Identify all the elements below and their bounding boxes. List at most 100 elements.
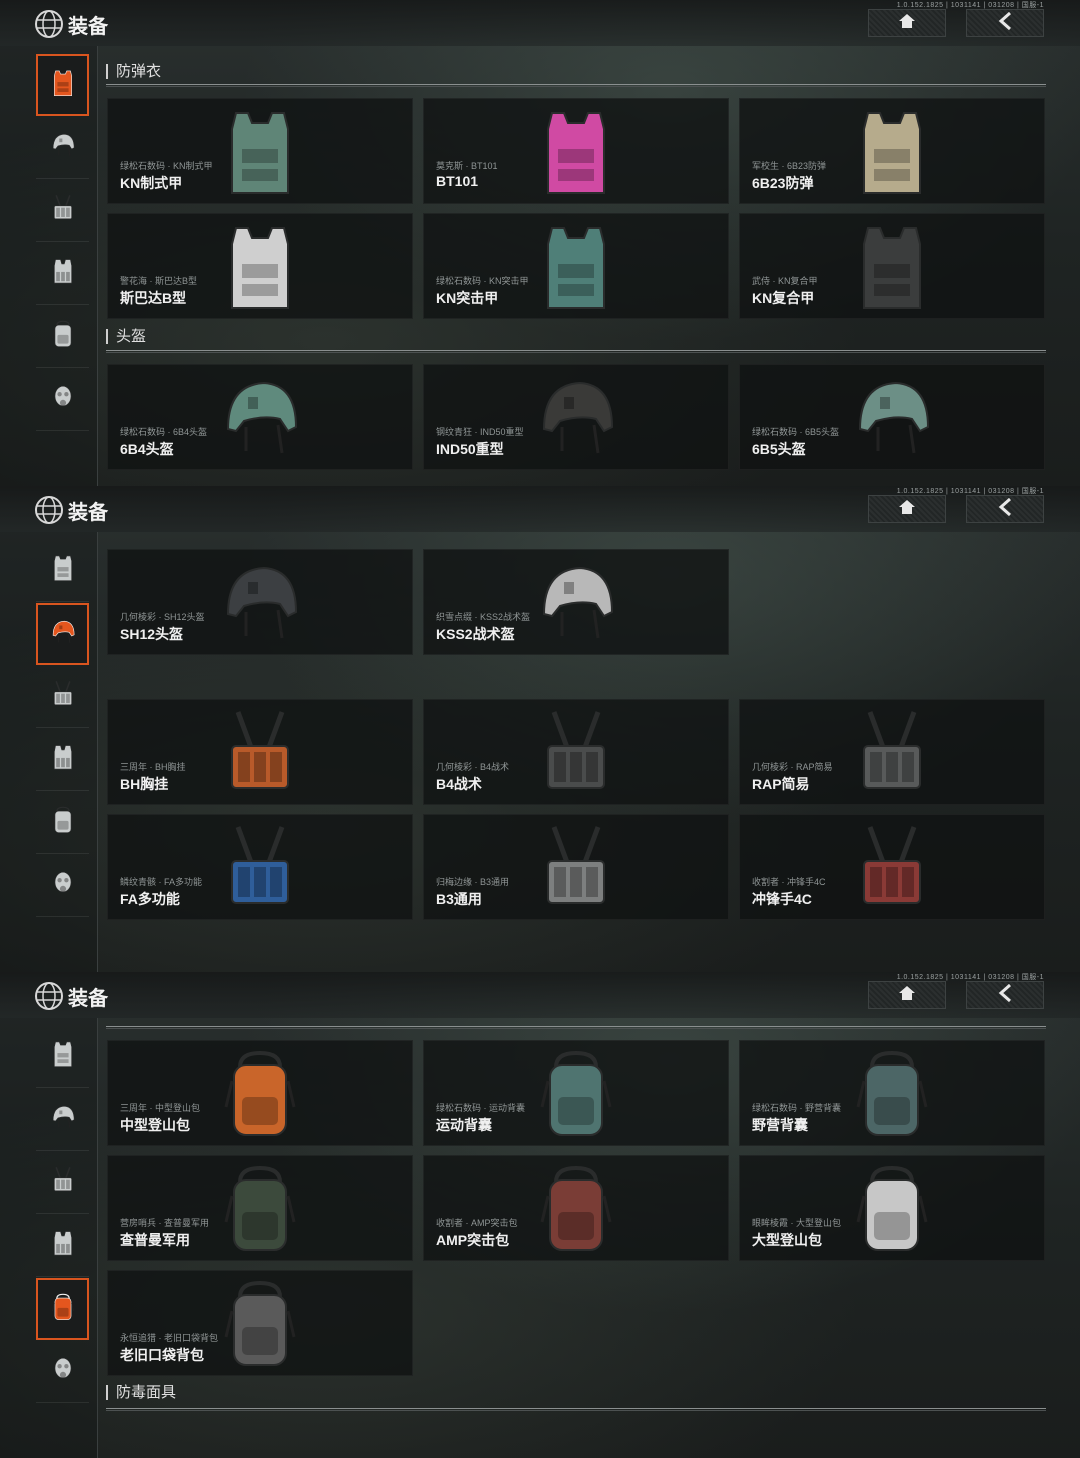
item-name: KSS2战术盔 <box>436 626 515 642</box>
equipment-card[interactable]: 三周年 · BH胸挂 BH胸挂 <box>107 699 413 805</box>
home-button[interactable] <box>868 981 946 1009</box>
home-icon <box>898 985 916 1006</box>
backpack-icon <box>50 1292 76 1327</box>
category-sidebar <box>0 1018 98 1458</box>
equipment-card[interactable]: 眼眸棱霞 · 大型登山包 大型登山包 <box>739 1155 1045 1261</box>
skin-label: 绿松石数码 · 运动背囊 <box>436 1103 525 1113</box>
equipment-card[interactable]: 警花海 · 斯巴达B型斯巴达B型 <box>107 213 413 319</box>
sidebar-helmet-tab[interactable] <box>36 603 89 665</box>
section-title: 防弹衣 <box>106 64 161 79</box>
item-name: 斯巴达B型 <box>120 290 187 306</box>
helmet-icon <box>50 130 76 165</box>
equipment-card[interactable]: 绿松石数码 · KN突击甲 KN突击甲 <box>423 213 729 319</box>
rig-icon <box>850 706 934 800</box>
sidebar-armored-rig-tab[interactable] <box>36 243 89 305</box>
sidebar-chest-rig-tab[interactable] <box>36 180 89 242</box>
skin-label: 警花海 · 斯巴达B型 <box>120 276 198 286</box>
equipment-card[interactable]: 几何棱彩 · RAP简易 RAP简易 <box>739 699 1045 805</box>
item-name: BT101 <box>436 173 479 189</box>
equipment-card[interactable]: 武侍 · KN复合甲 KN复合甲 <box>739 213 1045 319</box>
skin-label: 三周年 · BH胸挂 <box>120 762 186 772</box>
globe-icon <box>34 495 64 525</box>
globe-icon <box>34 981 64 1011</box>
sidebar-helmet-tab[interactable] <box>36 117 89 179</box>
item-name: 大型登山包 <box>752 1232 822 1248</box>
skin-label: 绿松石数码 · 6B5头盔 <box>752 427 840 437</box>
vest-icon <box>218 220 302 314</box>
back-button[interactable] <box>966 495 1044 523</box>
sidebar-armored-rig-tab[interactable] <box>36 729 89 791</box>
skin-label: 归梅边缘 · B3通用 <box>436 877 510 887</box>
equipment-card[interactable]: 营房哨兵 · 查普曼军用 查普曼军用 <box>107 1155 413 1261</box>
sidebar-armored-rig-tab[interactable] <box>36 1215 89 1277</box>
backpack-icon <box>218 1277 302 1371</box>
equipment-card[interactable]: 永恒追猎 · 老旧口袋背包 老旧口袋背包 <box>107 1270 413 1376</box>
gas-mask-icon <box>50 868 76 903</box>
helmet-icon <box>534 371 618 465</box>
item-name: SH12头盔 <box>120 626 184 642</box>
sidebar-helmet-tab[interactable] <box>36 1089 89 1151</box>
sidebar-body-armor-tab[interactable] <box>36 54 89 116</box>
skin-label: 绿松石数码 · KN制式甲 <box>120 161 213 171</box>
equipment-card[interactable]: 绿松石数码 · 6B4头盔 6B4头盔 <box>107 364 413 470</box>
skin-label: 绿松石数码 · KN突击甲 <box>436 276 529 286</box>
equipment-card[interactable]: 绿松石数码 · 运动背囊 运动背囊 <box>423 1040 729 1146</box>
skin-label: 永恒追猎 · 老旧口袋背包 <box>120 1333 218 1343</box>
chevron-left-icon <box>998 11 1012 35</box>
section-title: 头盔 <box>106 329 146 344</box>
item-name: AMP突击包 <box>436 1232 510 1248</box>
item-name: KN复合甲 <box>752 290 815 306</box>
equipment-screen-1: 装备 1.0.152.1825 | 1031141 | 031208 | 国服-1 <box>0 0 1080 486</box>
equipment-card[interactable]: 绿松石数码 · 野营背囊 野营背囊 <box>739 1040 1045 1146</box>
skin-label: 收割者 · 冲锋手4C <box>752 877 826 887</box>
sidebar-chest-rig-tab[interactable] <box>36 666 89 728</box>
helmet-icon <box>218 371 302 465</box>
skin-label: 几何棱彩 · RAP简易 <box>752 762 833 772</box>
page-title: 装备 <box>68 988 108 1010</box>
equipment-card[interactable]: 织雪点缀 · KSS2战术盔 KSS2战术盔 <box>423 549 729 655</box>
category-sidebar <box>0 532 98 972</box>
equipment-card[interactable]: 归梅边缘 · B3通用 B3通用 <box>423 814 729 920</box>
backpack-icon <box>850 1162 934 1256</box>
item-name: 6B4头盔 <box>120 441 174 457</box>
equipment-card[interactable]: 几何棱彩 · B4战术 B4战术 <box>423 699 729 805</box>
backpack-icon <box>50 319 76 354</box>
skin-label: 军校生 · 6B23防弹 <box>752 161 827 171</box>
sidebar-backpack-tab[interactable] <box>36 306 89 368</box>
vest-icon <box>50 553 76 588</box>
sidebar-body-armor-tab[interactable] <box>36 1026 89 1088</box>
equipment-screen-2: 装备 1.0.152.1825 | 1031141 | 031208 | 国服-1 <box>0 486 1080 972</box>
sidebar-gas-mask-tab[interactable] <box>36 369 89 431</box>
equipment-card[interactable]: 鳞纹青骸 · FA多功能 FA多功能 <box>107 814 413 920</box>
back-button[interactable] <box>966 981 1044 1009</box>
page-title: 装备 <box>68 16 108 38</box>
home-button[interactable] <box>868 9 946 37</box>
section-divider <box>106 1408 1046 1411</box>
sidebar-backpack-tab[interactable] <box>36 1278 89 1340</box>
skin-label: 莫克斯 · BT101 <box>436 161 498 171</box>
skin-label: 织雪点缀 · KSS2战术盔 <box>436 612 531 622</box>
vest-icon <box>534 105 618 199</box>
page-title: 装备 <box>68 502 108 524</box>
sidebar-body-armor-tab[interactable] <box>36 540 89 602</box>
equipment-card[interactable]: 三周年 · 中型登山包 中型登山包 <box>107 1040 413 1146</box>
item-name: 冲锋手4C <box>752 891 812 907</box>
equipment-card[interactable]: 收割者 · 冲锋手4C 冲锋手4C <box>739 814 1045 920</box>
equipment-card[interactable]: 莫克斯 · BT101 BT101 <box>423 98 729 204</box>
equipment-card[interactable]: 绿松石数码 · 6B5头盔 6B5头盔 <box>739 364 1045 470</box>
backpack-icon <box>850 1047 934 1141</box>
equipment-card[interactable]: 几何棱彩 · SH12头盔 SH12头盔 <box>107 549 413 655</box>
equipment-card[interactable]: 绿松石数码 · KN制式甲 KN制式甲 <box>107 98 413 204</box>
home-button[interactable] <box>868 495 946 523</box>
item-name: RAP简易 <box>752 776 810 792</box>
equipment-card[interactable]: 钢纹青狂 · IND50重型 IND50重型 <box>423 364 729 470</box>
equipment-card[interactable]: 军校生 · 6B23防弹 6B23防弹 <box>739 98 1045 204</box>
sidebar-gas-mask-tab[interactable] <box>36 855 89 917</box>
back-button[interactable] <box>966 9 1044 37</box>
sidebar-backpack-tab[interactable] <box>36 792 89 854</box>
equipment-card[interactable]: 收割者 · AMP突击包 AMP突击包 <box>423 1155 729 1261</box>
sidebar-chest-rig-tab[interactable] <box>36 1152 89 1214</box>
item-name: 中型登山包 <box>120 1117 190 1133</box>
sidebar-gas-mask-tab[interactable] <box>36 1341 89 1403</box>
armored-rig-icon <box>50 1228 76 1263</box>
